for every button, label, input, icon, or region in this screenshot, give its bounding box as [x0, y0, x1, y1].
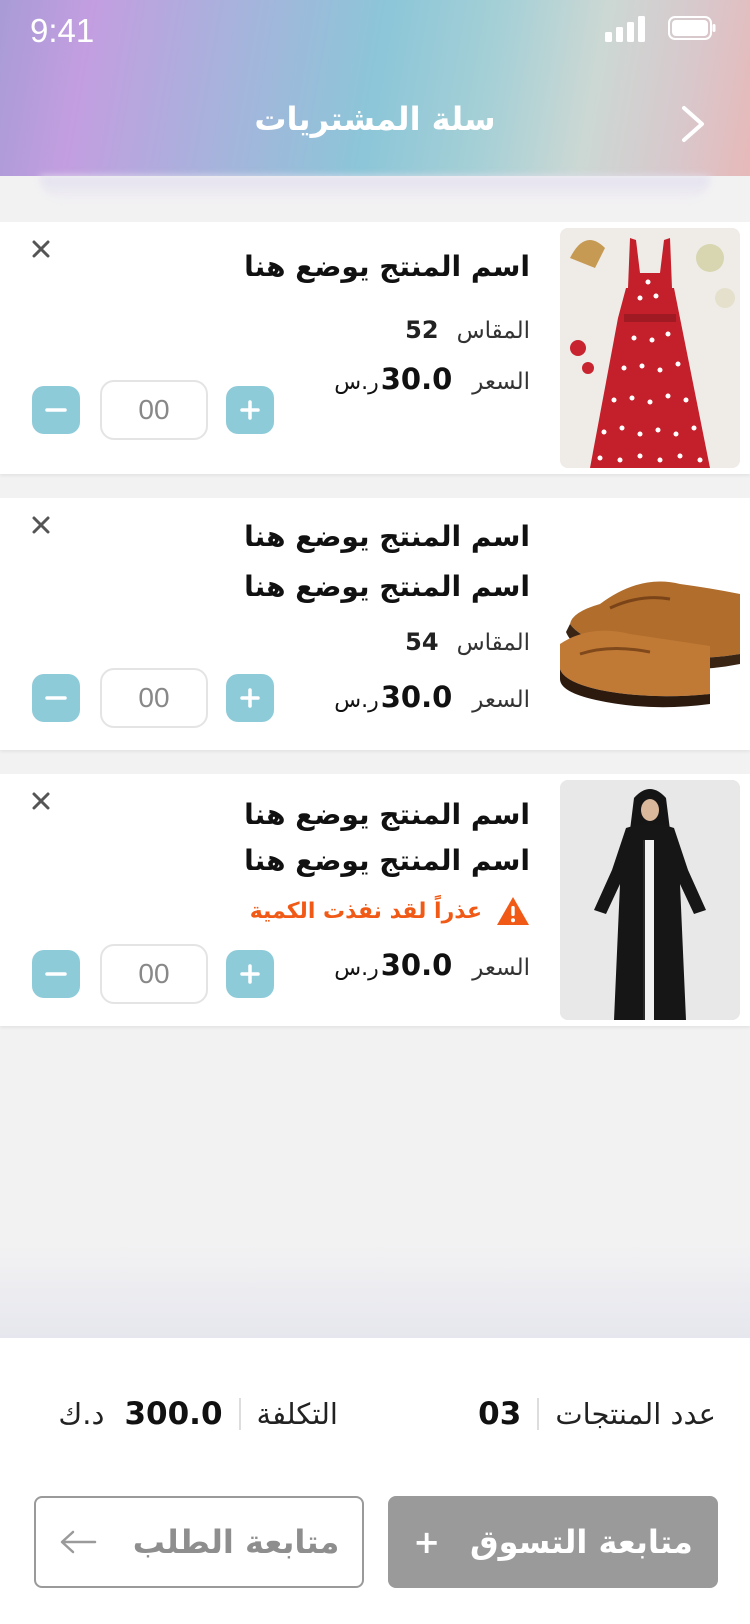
item-count-summary: عدد المنتجات 03 — [478, 1396, 716, 1432]
minus-icon — [45, 972, 67, 976]
total-cost-label: التكلفة — [256, 1397, 338, 1431]
product-name: اسم المنتج يوضع هنا — [244, 570, 530, 603]
total-cost-currency: د.ك — [58, 1397, 105, 1431]
quantity-decrease-button[interactable] — [32, 674, 80, 722]
header-shadow — [40, 176, 710, 202]
quantity-increase-button[interactable] — [226, 950, 274, 998]
price-value: 30.0 — [380, 948, 453, 982]
continue-order-label: متابعة الطلب — [132, 1523, 340, 1561]
price-row: السعر 30.0 ر.س — [334, 948, 530, 982]
minus-icon — [45, 408, 67, 412]
product-image[interactable] — [560, 504, 740, 744]
plus-icon — [240, 964, 260, 984]
minus-icon — [45, 696, 67, 700]
product-name: اسم المنتج يوضع هنا — [244, 798, 530, 831]
size-label: المقاس — [456, 630, 530, 656]
price-value: 30.0 — [380, 680, 453, 714]
quantity-input[interactable]: 00 — [100, 380, 208, 440]
plus-icon: + — [413, 1523, 441, 1561]
price-row: السعر 30.0 ر.س — [334, 362, 530, 396]
warning-triangle-icon — [497, 897, 529, 925]
price-currency: ر.س — [334, 956, 379, 981]
item-count-label: عدد المنتجات — [555, 1397, 716, 1431]
price-currency: ر.س — [334, 688, 379, 713]
product-image[interactable] — [560, 228, 740, 468]
continue-shopping-label: متابعة التسوق — [470, 1523, 693, 1561]
product-name: اسم المنتج يوضع هنا — [244, 844, 530, 877]
quantity-input[interactable]: 00 — [100, 668, 208, 728]
product-image[interactable] — [560, 780, 740, 1020]
divider — [238, 1398, 241, 1430]
page-title: سلة المشتريات — [254, 100, 496, 138]
red-dress-image — [560, 228, 740, 468]
bottom-fade — [0, 1240, 750, 1338]
price-value: 30.0 — [380, 362, 453, 396]
price-currency: ر.س — [334, 370, 379, 395]
total-cost-value: 300.0 — [124, 1396, 223, 1432]
signal-icon — [605, 16, 645, 42]
total-cost-summary: التكلفة 300.0 د.ك — [58, 1396, 338, 1432]
price-label: السعر — [472, 955, 530, 981]
continue-shopping-button[interactable]: متابعة التسوق + — [388, 1496, 718, 1588]
battery-icon — [668, 16, 716, 40]
divider — [537, 1398, 540, 1430]
chevron-right-icon[interactable] — [674, 104, 710, 144]
plus-icon — [240, 688, 260, 708]
price-row: السعر 30.0 ر.س — [334, 680, 530, 714]
item-count-value: 03 — [478, 1396, 522, 1432]
product-name: اسم المنتج يوضع هنا — [244, 520, 530, 553]
remove-item-button[interactable] — [26, 234, 56, 264]
arrow-left-icon — [60, 1530, 96, 1554]
size-value: 54 — [405, 628, 439, 656]
quantity-increase-button[interactable] — [226, 674, 274, 722]
price-label: السعر — [472, 687, 530, 713]
close-icon — [32, 792, 50, 810]
close-icon — [32, 240, 50, 258]
status-time: 9:41 — [30, 12, 95, 49]
product-name: اسم المنتج يوضع هنا — [244, 250, 530, 283]
quantity-decrease-button[interactable] — [32, 386, 80, 434]
quantity-decrease-button[interactable] — [32, 950, 80, 998]
out-of-stock-warning: عذراً لقد نفذت الكمية — [250, 896, 530, 926]
plus-icon — [240, 400, 260, 420]
size-row: المقاس 52 — [405, 316, 530, 344]
cart-item-card: اسم المنتج يوضع هنا اسم المنتج يوضع هنا … — [0, 774, 750, 1026]
warning-text: عذراً لقد نفذت الكمية — [249, 898, 482, 924]
cart-item-card: اسم المنتج يوضع هنا المقاس 52 السعر 30.0… — [0, 222, 750, 474]
continue-order-button[interactable]: متابعة الطلب — [34, 1496, 364, 1588]
size-row: المقاس 54 — [405, 628, 530, 656]
remove-item-button[interactable] — [26, 786, 56, 816]
remove-item-button[interactable] — [26, 510, 56, 540]
quantity-input[interactable]: 00 — [100, 944, 208, 1004]
close-icon — [32, 516, 50, 534]
size-label: المقاس — [456, 318, 530, 344]
header-bar: 9:41 سلة المشتريات — [0, 0, 750, 176]
cart-item-card: اسم المنتج يوضع هنا اسم المنتج يوضع هنا … — [0, 498, 750, 750]
price-label: السعر — [472, 369, 530, 395]
black-abaya-image — [560, 780, 740, 1020]
size-value: 52 — [405, 316, 439, 344]
quantity-increase-button[interactable] — [226, 386, 274, 434]
brown-shoes-image — [560, 504, 740, 744]
